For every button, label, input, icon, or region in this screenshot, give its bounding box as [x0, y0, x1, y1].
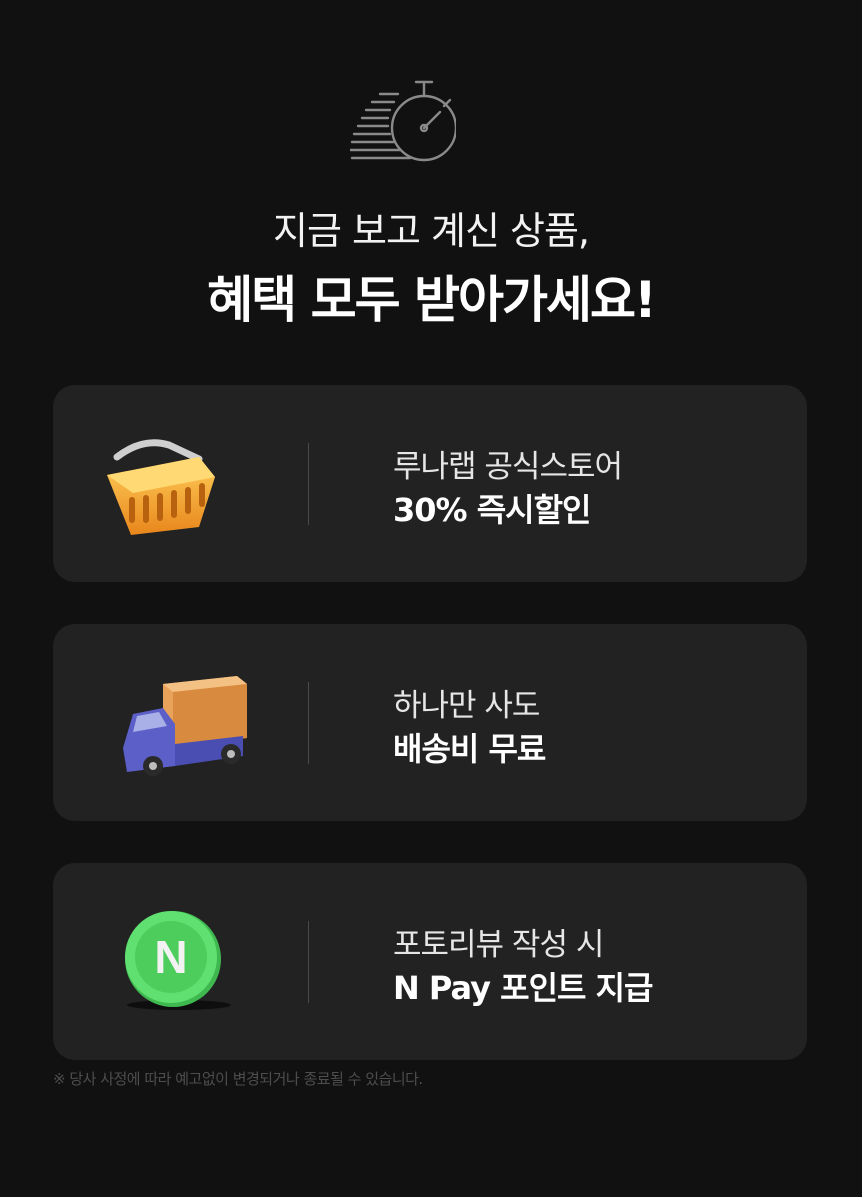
benefit-card-points: N 포토리뷰 작성 시 N Pay 포인트 지급: [53, 863, 807, 1060]
disclaimer-note: ※ 당사 사정에 따라 예고없이 변경되거나 종료될 수 있습니다.: [53, 1070, 423, 1088]
stopwatch-icon: [350, 80, 456, 162]
benefit-card-shipping: 하나만 사도 배송비 무료: [53, 624, 807, 821]
npay-coin-icon: N: [125, 911, 231, 1010]
benefit-title: 포토리뷰 작성 시: [393, 927, 604, 963]
basket-icon: [107, 439, 215, 535]
card-divider: [308, 682, 309, 764]
benefit-title: 하나만 사도: [393, 688, 540, 724]
delivery-truck-icon: [123, 676, 247, 776]
headline-subtitle: 지금 보고 계신 상품,: [273, 209, 590, 253]
card-divider: [308, 921, 309, 1003]
benefit-highlight: 30% 즉시할인: [393, 491, 591, 529]
benefit-highlight: N Pay 포인트 지급: [393, 969, 653, 1007]
coin-letter: N: [154, 931, 187, 983]
headline-title: 혜택 모두 받아가세요!: [207, 271, 657, 329]
benefit-card-discount: 루나랩 공식스토어 30% 즉시할인: [53, 385, 807, 582]
card-divider: [308, 443, 309, 525]
benefit-highlight: 배송비 무료: [393, 730, 546, 768]
benefit-title: 루나랩 공식스토어: [393, 449, 623, 485]
